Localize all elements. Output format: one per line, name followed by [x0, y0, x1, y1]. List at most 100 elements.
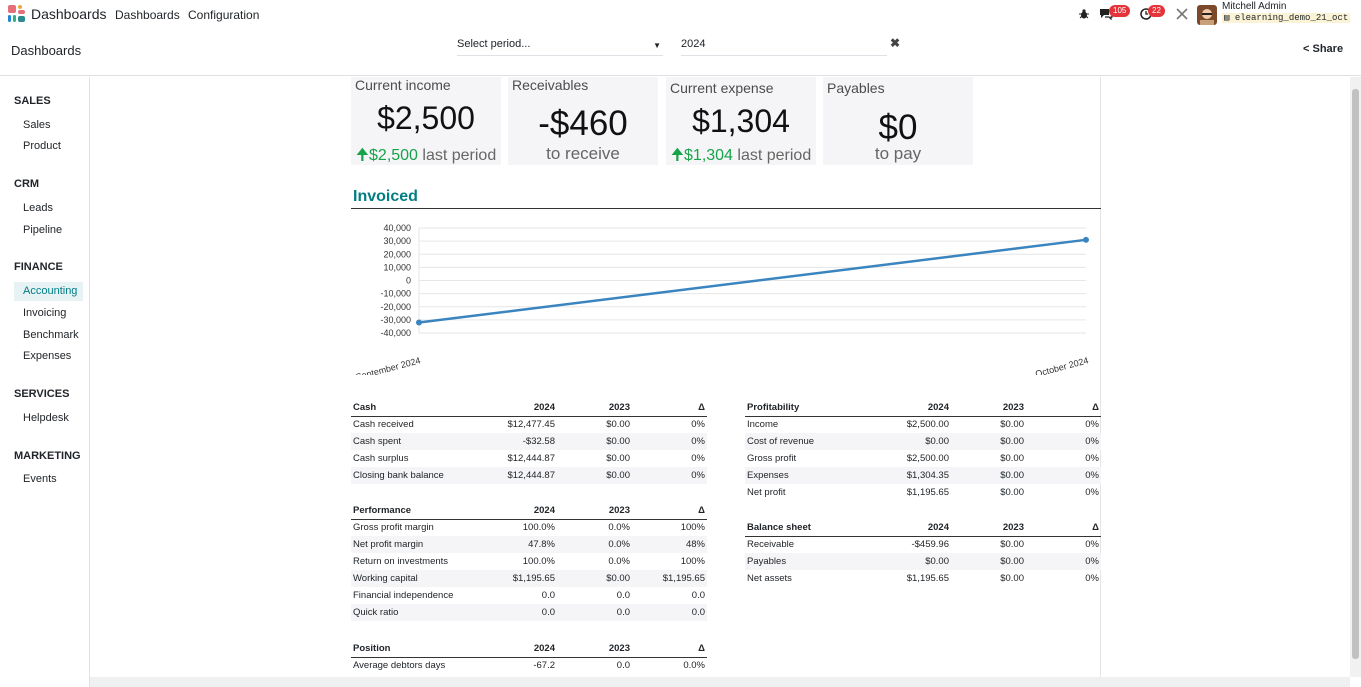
table-row[interactable]: Working capital $1,195.65 $0.00 $1,195.65 [351, 570, 707, 587]
sidebar-item-benchmark[interactable]: Benchmark [14, 326, 83, 345]
sidebar-item-pipeline[interactable]: Pipeline [14, 221, 83, 240]
sidebar-item-expenses[interactable]: Expenses [14, 347, 83, 366]
table-cell: Receivable [747, 539, 794, 551]
table-row[interactable]: Gross profit $2,500.00 $0.00 0% [745, 450, 1101, 467]
activities-badge: 22 [1148, 5, 1165, 17]
table-row[interactable]: Average debtors days -67.2 0.0 0.0% [351, 657, 707, 674]
menu-configuration[interactable]: Configuration [188, 8, 259, 22]
menu-dashboards[interactable]: Dashboards [115, 8, 180, 22]
column-header: Position [351, 641, 485, 658]
balance-header-row: Balance sheet 2024 2023 Δ [745, 520, 1101, 537]
table-cell: -67.2 [533, 660, 555, 672]
y-tick-label: -30,000 [380, 315, 411, 325]
dashboards-app-icon[interactable] [8, 5, 26, 23]
table-row[interactable]: Quick ratio 0.0 0.0 0.0 [351, 604, 707, 621]
table-cell: 0.0 [691, 590, 705, 601]
table-cell: $0.00 [606, 419, 630, 431]
table-row[interactable]: Expenses $1,304.35 $0.00 0% [745, 467, 1101, 484]
table-cell: $0.00 [951, 553, 1026, 570]
table-cell: $2,500.00 [906, 453, 949, 464]
period-select[interactable]: Select period... ▼ [457, 38, 663, 56]
table-row[interactable]: Cash spent -$32.58 $0.00 0% [351, 433, 707, 450]
sidebar-item-helpdesk[interactable]: Helpdesk [14, 409, 83, 428]
chevron-down-icon: ▼ [653, 41, 661, 50]
table-cell: $0.00 [1000, 539, 1024, 551]
table-row[interactable]: Financial independence 0.0 0.0 0.0 [351, 587, 707, 604]
profitability-header-row: Profitability 2024 2023 Δ [745, 400, 1101, 417]
kpi-receivables[interactable]: Receivables -$460 to receive [508, 77, 658, 165]
table-cell: 0% [1085, 419, 1099, 431]
kpi-footer: 🠉$2,500 last period [351, 144, 501, 171]
table-cell: 0% [1026, 553, 1101, 570]
main-scrollbar[interactable] [1350, 77, 1361, 677]
table-row[interactable]: Receivable -$459.96 $0.00 0% [745, 536, 1101, 553]
cash-table: Cash 2024 2023 Δ Cash received $12,477.45 $0.0… [351, 400, 707, 484]
data-point[interactable] [416, 319, 422, 326]
kpi-value: $2,500 [377, 100, 475, 136]
y-tick-label: 0 [406, 276, 411, 286]
table-row[interactable]: Cash received $12,477.45 $0.00 0% [351, 416, 707, 433]
kpi-delta: $2,500 [369, 147, 418, 164]
year-filter-value: 2024 [681, 38, 706, 50]
performance-table: Performance 2024 2023 Δ Gross profit margin 1… [351, 503, 707, 621]
table-cell: $0.00 [557, 570, 632, 587]
table-cell: 0.0 [541, 590, 555, 601]
table-row[interactable]: Net profit margin 47.8% 0.0% 48% [351, 536, 707, 553]
table-row[interactable]: Closing bank balance $12,444.87 $0.00 0% [351, 467, 707, 484]
sidebar-item-accounting[interactable]: Accounting [14, 282, 83, 301]
year-filter-field[interactable]: 2024 [681, 38, 887, 56]
table-cell: Cost of revenue [745, 433, 879, 450]
table-cell: Cash spent [351, 433, 485, 450]
kpi-current-income[interactable]: Current income $2,500 🠉$2,500 last perio… [351, 77, 501, 165]
table-cell: 0.0% [557, 536, 632, 553]
sidebar-item-events[interactable]: Events [14, 470, 83, 489]
sidebar-section-crm: CRM [14, 178, 40, 190]
user-name: Mitchell Admin [1222, 1, 1287, 12]
table-row[interactable]: Cost of revenue $0.00 $0.00 0% [745, 433, 1101, 450]
invoiced-line-chart[interactable]: 40,000 30,000 20,000 10,000 0 -10,000 -20,000 -… [351, 215, 1101, 375]
share-button[interactable]: < Share [1303, 43, 1343, 55]
table-row[interactable]: Return on investments 100.0% 0.0% 100% [351, 553, 707, 570]
table-cell: -$459.96 [911, 539, 949, 551]
table-row[interactable]: Payables $0.00 $0.00 0% [745, 553, 1101, 570]
column-header: 2024 [485, 641, 557, 658]
sidebar-item-invoicing[interactable]: Invoicing [14, 304, 83, 323]
column-header: Δ [632, 641, 707, 658]
column-header: 2023 [951, 400, 1026, 417]
table-row[interactable]: Gross profit margin 100.0% 0.0% 100% [351, 519, 707, 536]
avatar[interactable] [1197, 5, 1217, 25]
table-cell: $1,195.65 [632, 570, 707, 587]
table-cell: 0% [1085, 539, 1099, 551]
table-cell: 100% [680, 522, 705, 534]
table-row[interactable]: Net profit $1,195.65 $0.00 0% [745, 484, 1101, 501]
sidebar-item-product[interactable]: Product [14, 137, 83, 156]
table-cell: 0.0 [557, 604, 632, 621]
series-line[interactable] [418, 238, 1087, 324]
table-cell: -$32.58 [485, 433, 557, 450]
data-point[interactable] [1083, 236, 1089, 243]
table-cell: Quick ratio [351, 604, 485, 621]
table-cell: Net profit [747, 487, 786, 498]
table-row[interactable]: Net assets $1,195.65 $0.00 0% [745, 570, 1101, 587]
app-title[interactable]: Dashboards [31, 6, 107, 22]
sidebar-item-sales[interactable]: Sales [14, 116, 83, 135]
sidebar-item-leads[interactable]: Leads [14, 199, 83, 218]
bug-icon[interactable] [1079, 9, 1089, 19]
kpi-foot-text: to pay [874, 144, 922, 163]
y-tick-label: -20,000 [380, 302, 411, 312]
kpi-current-expense[interactable]: Current expense $1,304 🠉$1,304 last peri… [666, 77, 816, 165]
table-row[interactable]: Income $2,500.00 $0.00 0% [745, 416, 1101, 433]
table-cell: Average debtors days [353, 660, 446, 672]
share-icon: < [1303, 43, 1310, 55]
scrollbar-thumb[interactable] [1352, 89, 1359, 659]
table-cell: $0.00 [557, 433, 632, 450]
table-cell: $12,444.87 [507, 453, 555, 464]
table-cell: $1,195.65 [906, 573, 949, 584]
table-cell: 0.0 [616, 590, 630, 601]
table-cell: $1,195.65 [906, 487, 949, 498]
table-row[interactable]: Cash surplus $12,444.87 $0.00 0% [351, 450, 707, 467]
tools-icon[interactable] [1176, 8, 1188, 20]
clear-filter-icon[interactable]: ✖ [890, 36, 900, 50]
table-cell: $1,304.35 [879, 467, 951, 484]
kpi-payables[interactable]: Payables $0 to pay [823, 77, 973, 165]
